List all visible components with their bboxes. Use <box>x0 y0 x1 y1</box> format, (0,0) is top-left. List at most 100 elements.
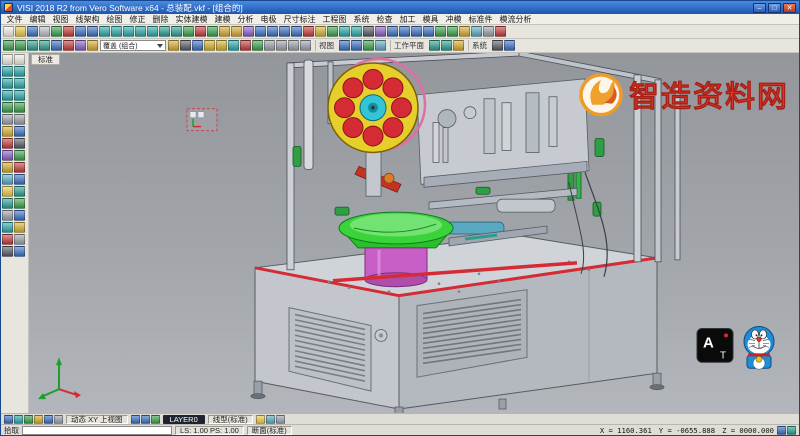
hide-entity-icon[interactable] <box>2 150 13 161</box>
menu-item[interactable]: 加工 <box>396 14 419 25</box>
layers-panel-icon[interactable] <box>2 126 13 137</box>
grid-status-icon[interactable] <box>14 415 23 424</box>
print-icon[interactable] <box>39 26 50 37</box>
zoom-window-icon[interactable] <box>447 26 458 37</box>
refresh-view-icon[interactable] <box>151 415 160 424</box>
offset-icon[interactable] <box>183 26 194 37</box>
options-icon[interactable] <box>2 246 13 257</box>
properties-panel-icon[interactable] <box>14 126 25 137</box>
menu-item[interactable]: 系统 <box>350 14 373 25</box>
sweep-icon[interactable] <box>27 40 38 51</box>
help-icon[interactable] <box>14 246 25 257</box>
menu-item[interactable]: 删除 <box>149 14 172 25</box>
isolate-icon[interactable] <box>2 162 13 173</box>
monitor-status-icon[interactable] <box>787 426 796 435</box>
standard-tab[interactable]: 标准 <box>31 54 60 65</box>
point-icon[interactable] <box>99 26 110 37</box>
boolean-union-icon[interactable] <box>51 40 62 51</box>
menu-item[interactable]: 标准件 <box>465 14 496 25</box>
help-status-icon[interactable] <box>777 426 786 435</box>
view-pan-icon[interactable] <box>351 40 362 51</box>
primitive-cone-icon[interactable] <box>300 40 311 51</box>
print-preview-icon[interactable] <box>14 234 25 245</box>
entity-info-icon[interactable] <box>2 222 13 233</box>
measure-icon[interactable] <box>339 26 350 37</box>
redo-icon[interactable] <box>87 26 98 37</box>
light-icon[interactable] <box>2 186 13 197</box>
snap-quadrant-icon[interactable] <box>14 78 25 89</box>
scene-canvas[interactable]: 智造资料网 A T <box>29 53 799 413</box>
insert-block-icon[interactable] <box>14 210 25 221</box>
pan-icon[interactable] <box>459 26 470 37</box>
block-tool-icon[interactable] <box>2 210 13 221</box>
minimize-button[interactable]: – <box>753 3 766 13</box>
import-icon[interactable] <box>51 26 62 37</box>
menu-item[interactable]: 绘图 <box>103 14 126 25</box>
extrude-icon[interactable] <box>3 40 14 51</box>
grid-toggle-icon[interactable] <box>2 114 13 125</box>
snap-mid-icon[interactable] <box>14 66 25 77</box>
pattern-icon[interactable] <box>192 40 203 51</box>
menu-item[interactable]: 修正 <box>126 14 149 25</box>
menu-item[interactable]: 视图 <box>49 14 72 25</box>
menu-item[interactable]: 线架构 <box>72 14 103 25</box>
menu-item[interactable]: 检查 <box>373 14 396 25</box>
material-icon[interactable] <box>14 186 25 197</box>
menu-item[interactable]: 电极 <box>257 14 280 25</box>
split-icon[interactable] <box>240 40 251 51</box>
system-help-icon[interactable] <box>504 40 515 51</box>
delete-icon[interactable] <box>303 26 314 37</box>
boolean-intersect-icon[interactable] <box>75 40 86 51</box>
scale-icon[interactable] <box>291 26 302 37</box>
texture-icon[interactable] <box>2 198 13 209</box>
command-input[interactable] <box>22 426 172 435</box>
track-status-icon[interactable] <box>54 415 63 424</box>
rotate-icon[interactable] <box>267 26 278 37</box>
trim-icon[interactable] <box>195 26 206 37</box>
section-view-icon[interactable] <box>14 162 25 173</box>
menu-item[interactable]: 文件 <box>3 14 26 25</box>
menu-item[interactable]: 编辑 <box>26 14 49 25</box>
note-icon[interactable] <box>14 222 25 233</box>
snap-end-icon[interactable] <box>2 66 13 77</box>
view-iso-icon[interactable] <box>387 26 398 37</box>
primitive-cylinder-icon[interactable] <box>276 40 287 51</box>
view-top-icon[interactable] <box>399 26 410 37</box>
select-window-icon[interactable] <box>14 54 25 65</box>
wireframe-mode-icon[interactable] <box>483 26 494 37</box>
menu-item[interactable]: 建模 <box>211 14 234 25</box>
primitive-sphere-icon[interactable] <box>288 40 299 51</box>
copy-icon[interactable] <box>279 26 290 37</box>
group-icon[interactable] <box>327 26 338 37</box>
system-options-icon[interactable] <box>492 40 503 51</box>
edge-fillet-icon[interactable] <box>204 40 215 51</box>
camera-icon[interactable] <box>14 174 25 185</box>
hole-icon[interactable] <box>180 40 191 51</box>
text-tool-icon[interactable] <box>363 26 374 37</box>
spline-icon[interactable] <box>171 26 182 37</box>
view-shade-icon[interactable] <box>375 40 386 51</box>
open-folder-icon[interactable] <box>15 26 26 37</box>
save-icon[interactable] <box>27 26 38 37</box>
osnap-status-icon[interactable] <box>44 415 53 424</box>
draft-icon[interactable] <box>168 40 179 51</box>
workplane-reset-icon[interactable] <box>453 40 464 51</box>
viewport[interactable]: 标准 <box>29 53 799 413</box>
redline-icon[interactable] <box>2 234 13 245</box>
select-icon[interactable] <box>2 54 13 65</box>
line-icon[interactable] <box>111 26 122 37</box>
layer-manager-icon[interactable] <box>315 26 326 37</box>
rectangle-icon[interactable] <box>147 26 158 37</box>
export-icon[interactable] <box>63 26 74 37</box>
ortho-toggle-icon[interactable] <box>14 114 25 125</box>
close-button[interactable]: ✕ <box>783 3 796 13</box>
menu-item[interactable]: 分析 <box>234 14 257 25</box>
snap-center-icon[interactable] <box>2 78 13 89</box>
group-tool-icon[interactable] <box>14 198 25 209</box>
snap-tangent-icon[interactable] <box>14 90 25 101</box>
polyline-icon[interactable] <box>159 26 170 37</box>
edge-chamfer-icon[interactable] <box>216 40 227 51</box>
view-right-icon[interactable] <box>423 26 434 37</box>
menu-item[interactable]: 尺寸标注 <box>280 14 319 25</box>
revolve-icon[interactable] <box>15 40 26 51</box>
